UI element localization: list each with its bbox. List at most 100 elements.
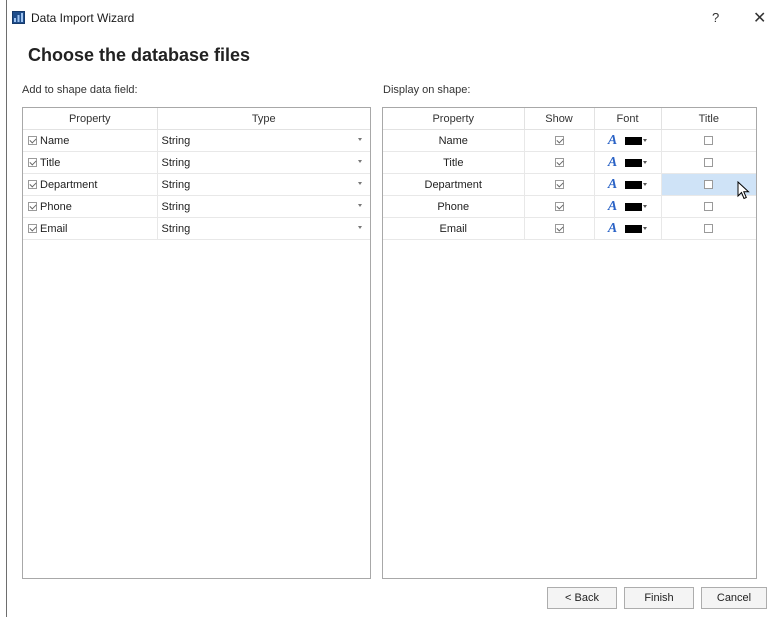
chevron-down-icon[interactable] [358, 138, 362, 141]
font-color-swatch[interactable] [625, 136, 643, 145]
chevron-down-icon[interactable] [643, 227, 648, 230]
back-button[interactable]: < Back [547, 587, 617, 609]
font-color-swatch[interactable] [625, 158, 643, 167]
window-left-border [6, 0, 7, 617]
include-checkbox[interactable] [28, 158, 37, 168]
table-row[interactable]: Name A [383, 129, 756, 152]
type-dropdown[interactable]: String [157, 151, 370, 174]
finish-button[interactable]: Finish [624, 587, 694, 609]
include-checkbox[interactable] [28, 180, 37, 190]
property-name: Title [40, 156, 61, 169]
left-panel-label: Add to shape data field: [22, 84, 138, 96]
table-row[interactable]: Name String [23, 129, 370, 152]
title-checkbox[interactable] [704, 202, 714, 212]
font-style-icon[interactable]: A [608, 199, 617, 214]
font-cell: A [594, 217, 662, 240]
title-checkbox[interactable] [704, 180, 714, 190]
chevron-down-icon[interactable] [643, 161, 648, 164]
table-row[interactable]: Phone String [23, 195, 370, 218]
property-name: Name [40, 134, 70, 147]
chevron-down-icon[interactable] [358, 160, 362, 163]
font-cell: A [594, 129, 662, 152]
close-icon[interactable]: ✕ [753, 8, 766, 28]
property-name: Name [383, 129, 525, 152]
title-cell [661, 151, 756, 174]
column-header-show[interactable]: Show [524, 108, 595, 130]
show-cell [524, 195, 595, 218]
chevron-down-icon[interactable] [358, 182, 362, 185]
font-cell: A [594, 195, 662, 218]
chevron-down-icon[interactable] [643, 139, 648, 142]
include-checkbox[interactable] [28, 202, 37, 212]
font-style-icon[interactable]: A [608, 133, 617, 148]
title-cell [661, 217, 756, 240]
property-cell: Email [23, 217, 158, 240]
include-checkbox[interactable] [28, 224, 37, 234]
table-row[interactable]: Title String [23, 151, 370, 174]
font-color-swatch[interactable] [625, 180, 643, 189]
title-bar: Data Import Wizard ? ✕ [12, 8, 769, 28]
font-color-swatch[interactable] [625, 224, 643, 233]
include-checkbox[interactable] [28, 136, 37, 146]
title-checkbox[interactable] [704, 136, 714, 146]
property-name: Email [40, 222, 68, 235]
show-checkbox[interactable] [554, 158, 564, 168]
font-color-swatch[interactable] [625, 202, 643, 211]
column-header-property[interactable]: Property [23, 108, 158, 130]
property-cell: Name [23, 129, 158, 152]
property-name: Department [40, 178, 98, 191]
show-checkbox[interactable] [554, 180, 564, 190]
type-value: String [161, 156, 191, 169]
type-value: String [161, 200, 191, 213]
type-value: String [161, 134, 191, 147]
title-cell [661, 129, 756, 152]
shape-data-field-table: Property Type Name String Title String D… [22, 107, 371, 579]
chevron-down-icon[interactable] [643, 183, 648, 186]
column-header-font[interactable]: Font [594, 108, 662, 130]
table-row[interactable]: Email String [23, 217, 370, 240]
column-header-title[interactable]: Title [661, 108, 756, 130]
cancel-button[interactable]: Cancel [701, 587, 767, 609]
chevron-down-icon[interactable] [358, 226, 362, 229]
type-value: String [161, 222, 191, 235]
show-cell [524, 151, 595, 174]
property-name: Title [383, 151, 525, 174]
table-row[interactable]: Phone A [383, 195, 756, 218]
table-row[interactable]: Title A [383, 151, 756, 174]
title-checkbox[interactable] [704, 158, 714, 168]
table-row[interactable]: Email A [383, 217, 756, 240]
window-title: Data Import Wizard [31, 11, 135, 25]
property-name: Department [383, 173, 525, 196]
property-cell: Phone [23, 195, 158, 218]
display-on-shape-table: Property Show Font Title Name A Title A … [382, 107, 757, 579]
type-dropdown[interactable]: String [157, 173, 370, 196]
table-row[interactable]: Department String [23, 173, 370, 196]
type-dropdown[interactable]: String [157, 195, 370, 218]
show-cell [524, 173, 595, 196]
column-header-property[interactable]: Property [383, 108, 525, 130]
font-cell: A [594, 173, 662, 196]
column-header-type[interactable]: Type [157, 108, 370, 130]
show-checkbox[interactable] [554, 224, 564, 234]
page-title: Choose the database files [28, 45, 251, 65]
font-style-icon[interactable]: A [608, 221, 617, 236]
property-cell: Title [23, 151, 158, 174]
font-style-icon[interactable]: A [608, 155, 617, 170]
show-checkbox[interactable] [554, 202, 564, 212]
font-style-icon[interactable]: A [608, 177, 617, 192]
type-value: String [161, 178, 191, 191]
app-icon [12, 11, 25, 24]
title-checkbox[interactable] [704, 224, 714, 234]
chevron-down-icon[interactable] [358, 204, 362, 207]
table-row[interactable]: Department A [383, 173, 756, 196]
show-checkbox[interactable] [554, 136, 564, 146]
help-button[interactable]: ? [712, 10, 719, 25]
property-name: Email [383, 217, 525, 240]
property-name: Phone [383, 195, 525, 218]
type-dropdown[interactable]: String [157, 217, 370, 240]
property-cell: Department [23, 173, 158, 196]
type-dropdown[interactable]: String [157, 129, 370, 152]
right-panel-label: Display on shape: [383, 84, 471, 96]
chevron-down-icon[interactable] [643, 205, 648, 208]
show-cell [524, 217, 595, 240]
